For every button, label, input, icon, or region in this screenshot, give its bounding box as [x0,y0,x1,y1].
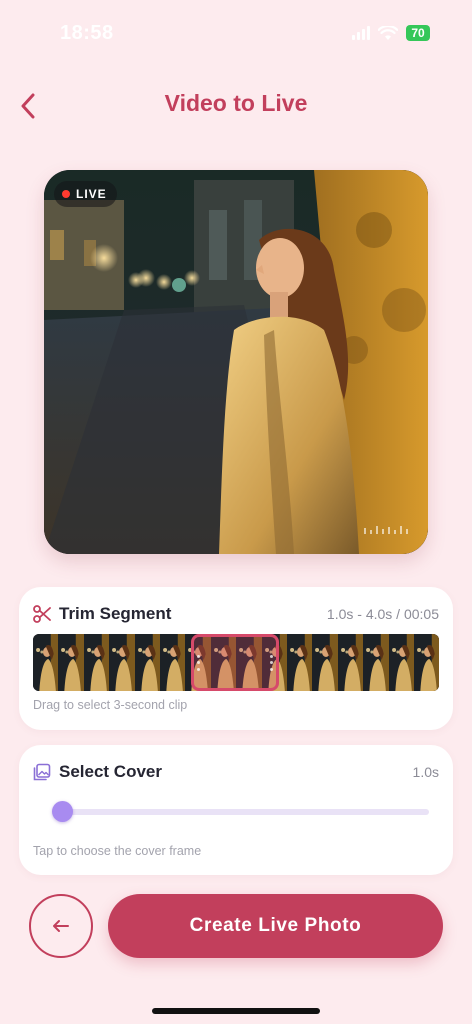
film-frame [134,634,161,691]
cover-hint: Tap to choose the cover frame [33,844,202,858]
film-frame [109,634,136,691]
live-badge-label: LIVE [76,187,107,201]
trim-handle-right[interactable] [270,654,273,671]
film-frame [83,634,111,691]
video-preview[interactable] [44,170,428,554]
film-frame [58,634,85,691]
status-icons: 70 [352,25,430,41]
film-frame [33,634,60,691]
preview-image [44,170,428,554]
film-frame [287,634,314,691]
cover-header: Select Cover 1.0s [33,761,439,783]
cover-slider-thumb[interactable] [52,801,73,822]
trim-hint: Drag to select 3-second clip [33,698,188,712]
select-cover-card: Select Cover 1.0s Tap to choose the cove… [19,745,453,875]
filmstrip[interactable] [33,634,439,691]
live-dot [62,190,70,198]
trim-title: Trim Segment [59,604,172,623]
battery-indicator: 70 [406,25,430,41]
signal-icon [352,26,370,40]
image-icon [33,763,51,781]
film-frame [414,634,439,691]
film-frame [363,634,390,691]
previous-button[interactable] [29,894,93,958]
trim-selection-window[interactable] [191,634,279,691]
trim-handle-left[interactable] [197,654,200,671]
cover-slider-track[interactable] [54,809,429,815]
page-title: Video to Live [164,90,308,116]
film-frame [160,634,187,691]
trim-range-text: 1.0s - 4.0s / 00:05 [326,606,439,622]
trim-segment-card: Trim Segment 1.0s - 4.0s / 00:05 Drag to… [19,587,453,730]
scissors-icon [33,605,51,623]
cover-title: Select Cover [59,762,162,781]
cover-value-text: 1.0s [412,764,439,780]
create-live-photo-button[interactable]: Create Live Photo [108,894,443,958]
trim-header: Trim Segment 1.0s - 4.0s / 00:05 [33,603,439,625]
status-bar: 18:58 70 [0,0,472,70]
arrow-left-icon [53,920,69,932]
home-indicator [152,1008,320,1014]
status-time: 18:58 [60,22,114,44]
wifi-icon [378,25,398,40]
film-frame [388,634,415,691]
film-frame [337,634,365,691]
live-badge: LIVE [54,181,117,207]
film-frame [312,634,339,691]
